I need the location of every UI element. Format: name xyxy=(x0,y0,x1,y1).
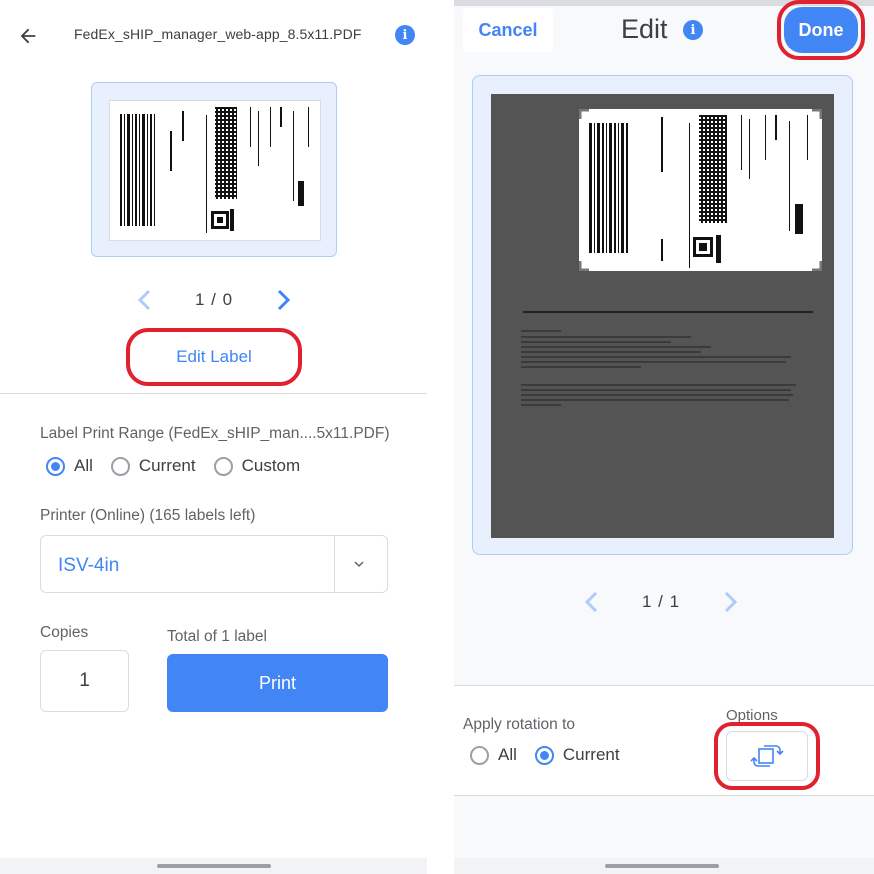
radio-label: Custom xyxy=(241,456,301,475)
divider xyxy=(454,795,874,796)
page-navigator: 1 / 1 xyxy=(578,588,744,616)
page-preview xyxy=(472,75,853,555)
radio-unselected-icon xyxy=(213,456,233,476)
edit-label-button[interactable]: Edit Label xyxy=(176,347,252,367)
label-thumbnail[interactable] xyxy=(91,82,337,257)
range-option-custom[interactable]: Custom xyxy=(213,456,301,476)
back-button[interactable] xyxy=(14,22,42,50)
edit-panel: Cancel Edit i Done 1 / 1 Apply rotation … xyxy=(454,0,874,874)
page-rule xyxy=(523,311,813,313)
instruction-line xyxy=(521,361,786,363)
chevron-right-icon xyxy=(725,591,738,613)
crop-area[interactable] xyxy=(578,108,823,272)
rotate-icon xyxy=(750,745,784,767)
panel-gap xyxy=(427,0,454,874)
print-panel: FedEx_sHIP_manager_web-app_8.5x11.PDF i xyxy=(0,0,427,874)
next-page-button[interactable] xyxy=(716,588,744,616)
rotation-option-all[interactable]: All xyxy=(470,745,517,765)
page-title: Edit xyxy=(621,14,668,44)
divider xyxy=(454,685,874,686)
home-indicator[interactable] xyxy=(605,864,719,868)
range-option-current[interactable]: Current xyxy=(110,456,196,476)
printer-label: Printer (Online) (165 labels left) xyxy=(40,507,256,524)
instruction-line xyxy=(521,404,561,406)
rotation-option-current[interactable]: Current xyxy=(534,745,620,765)
next-page-button[interactable] xyxy=(269,286,297,314)
radio-label: All xyxy=(498,745,517,764)
chevron-left-icon xyxy=(584,591,598,613)
options-highlight xyxy=(714,722,820,790)
divider xyxy=(0,393,427,394)
copies-label: Copies xyxy=(40,624,89,641)
instruction-line xyxy=(521,330,561,332)
radio-selected-icon xyxy=(534,745,554,765)
radio-unselected-icon xyxy=(470,745,489,765)
shipping-label-graphic xyxy=(120,107,309,233)
arrow-left-icon xyxy=(20,28,36,44)
file-title: FedEx_sHIP_manager_web-app_8.5x11.PDF xyxy=(74,26,362,42)
done-highlight: Done xyxy=(777,0,865,60)
chevron-left-icon xyxy=(137,289,151,311)
previous-page-button[interactable] xyxy=(131,286,159,314)
chevron-right-icon xyxy=(278,289,291,311)
info-icon[interactable]: i xyxy=(683,20,703,40)
home-indicator[interactable] xyxy=(157,864,271,868)
rotation-options: All Current xyxy=(470,745,638,765)
radio-label: Current xyxy=(562,745,620,764)
instruction-line xyxy=(521,356,791,358)
pdf-page xyxy=(491,94,834,538)
copies-input[interactable] xyxy=(40,650,129,712)
radio-unselected-icon xyxy=(110,456,130,476)
shipping-label-graphic xyxy=(578,108,823,272)
radio-label: All xyxy=(74,456,93,475)
edit-label-highlight: Edit Label xyxy=(126,328,302,386)
app-root: FedEx_sHIP_manager_web-app_8.5x11.PDF i xyxy=(0,0,874,874)
instruction-line xyxy=(521,366,641,368)
print-range-options: All Current Custom xyxy=(46,456,318,476)
page-indicator: 1 / 0 xyxy=(195,290,234,309)
instruction-line xyxy=(521,336,691,338)
page-navigator: 1 / 0 xyxy=(131,286,297,314)
instruction-line xyxy=(521,384,796,386)
instruction-line xyxy=(521,394,793,396)
label-thumbnail-image xyxy=(109,100,321,241)
previous-page-button[interactable] xyxy=(578,588,606,616)
printer-select-value: ISV-4in xyxy=(58,555,120,576)
instruction-line xyxy=(521,399,789,401)
chevron-down-icon xyxy=(354,561,364,568)
radio-label: Current xyxy=(138,456,196,475)
radio-selected-icon xyxy=(46,456,65,476)
printer-select[interactable]: ISV-4in xyxy=(40,535,388,593)
instruction-line xyxy=(521,346,711,348)
rotate-options-button[interactable] xyxy=(726,731,808,781)
range-option-all[interactable]: All xyxy=(46,456,93,476)
print-button[interactable]: Print xyxy=(167,654,388,712)
print-range-label: Label Print Range (FedEx_sHIP_man....5x1… xyxy=(40,425,390,442)
info-icon[interactable]: i xyxy=(395,25,415,45)
instruction-line xyxy=(521,341,671,343)
rotation-label: Apply rotation to xyxy=(463,716,576,733)
select-separator xyxy=(334,536,335,592)
instruction-line xyxy=(521,389,791,391)
page-indicator: 1 / 1 xyxy=(642,592,681,611)
total-label: Total of 1 label xyxy=(167,628,267,645)
instruction-line xyxy=(521,351,701,353)
done-button[interactable]: Done xyxy=(784,7,858,53)
cancel-button[interactable]: Cancel xyxy=(463,8,553,52)
